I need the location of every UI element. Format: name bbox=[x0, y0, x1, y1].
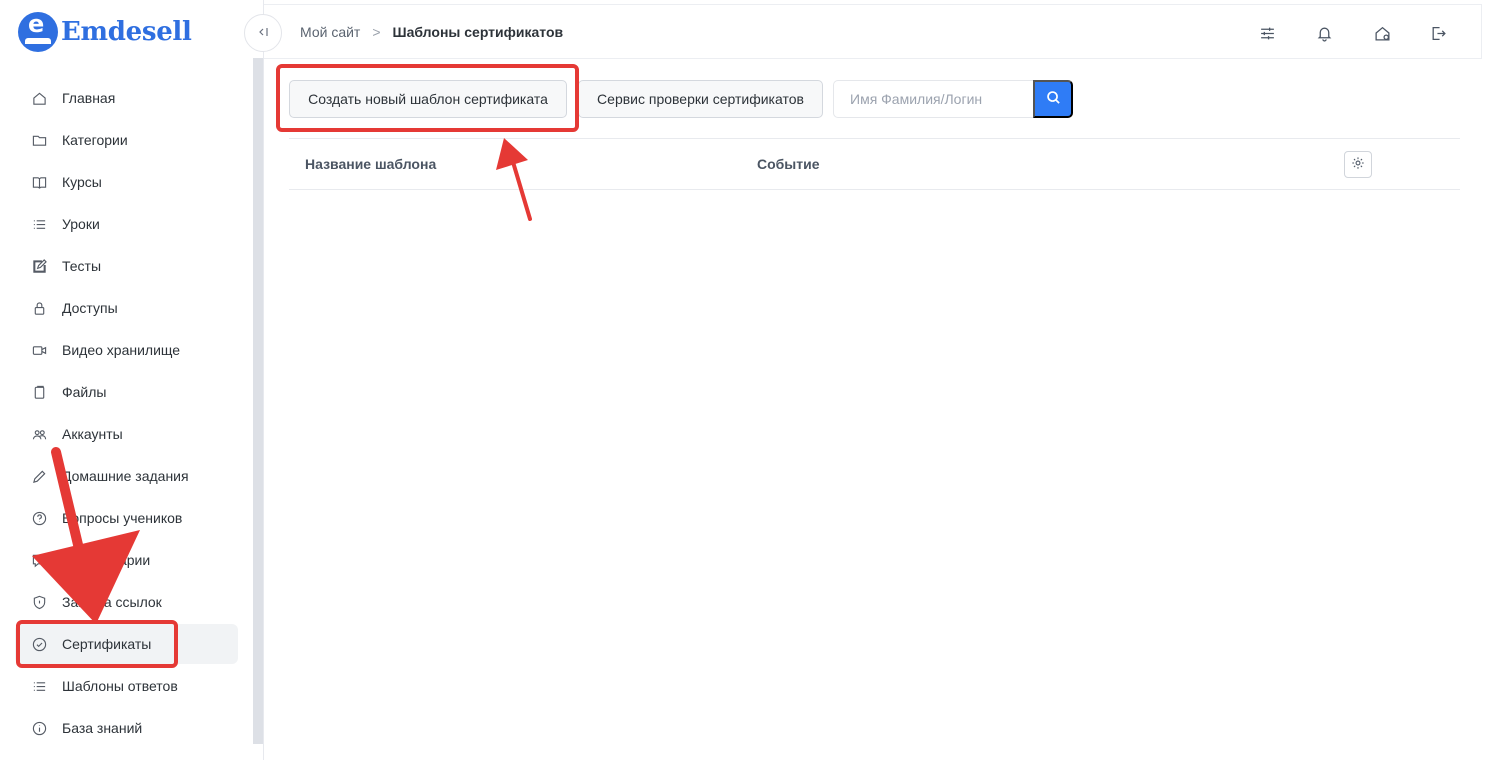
sidebar-scrollbar[interactable] bbox=[253, 58, 263, 744]
search-icon bbox=[1046, 90, 1061, 108]
sidebar-item-certificates[interactable]: Сертификаты bbox=[15, 624, 238, 664]
comment-icon bbox=[31, 552, 47, 568]
sidebar-item-comments[interactable]: Комментарии bbox=[15, 540, 238, 580]
arrow-to-create-button bbox=[496, 138, 532, 221]
home-icon bbox=[31, 90, 47, 106]
question-icon bbox=[31, 510, 47, 526]
search-button[interactable] bbox=[1033, 80, 1073, 118]
sidebar-item-label: Видео хранилище bbox=[62, 342, 181, 358]
sidebar-item-label: Сертификаты bbox=[62, 636, 152, 652]
create-template-button[interactable]: Создать новый шаблон сертификата bbox=[289, 80, 567, 118]
verify-certificates-button[interactable]: Сервис проверки сертификатов bbox=[578, 80, 823, 118]
sidebar-divider bbox=[263, 0, 264, 760]
sidebar-item-label: Шаблоны ответов bbox=[62, 678, 178, 694]
pencil-icon bbox=[31, 468, 47, 484]
users-icon bbox=[31, 426, 47, 442]
sidebar-item-label: Защита ссылок bbox=[62, 594, 162, 610]
lock-icon bbox=[31, 300, 47, 316]
sidebar-item-label: Курсы bbox=[62, 174, 102, 190]
gear-icon bbox=[1351, 156, 1365, 173]
sidebar-item-label: Аккаунты bbox=[62, 426, 123, 442]
column-header-event[interactable]: Событие bbox=[757, 156, 820, 172]
shield-icon bbox=[31, 594, 47, 610]
collapse-sidebar-button[interactable] bbox=[244, 14, 282, 52]
sidebar-item-label: Комментарии bbox=[62, 552, 151, 568]
book-icon bbox=[31, 174, 47, 190]
info-icon bbox=[31, 720, 47, 736]
brand-logo[interactable]: e Emdesell bbox=[18, 12, 192, 52]
app-window: e Emdesell Главная Категории Курсы Уроки bbox=[0, 0, 1486, 760]
sidebar-item-label: Тесты bbox=[62, 258, 102, 274]
sidebar-item-files[interactable]: Файлы bbox=[15, 372, 238, 412]
sidebar-nav: Главная Категории Курсы Уроки Тесты Дост… bbox=[15, 78, 238, 750]
table-settings-button[interactable] bbox=[1344, 151, 1372, 178]
list-icon bbox=[31, 216, 47, 232]
home-settings-icon[interactable] bbox=[1372, 23, 1392, 43]
sidebar-item-label: Домашние задания bbox=[62, 468, 189, 484]
bell-icon[interactable] bbox=[1314, 23, 1334, 43]
sidebar-item-label: Файлы bbox=[62, 384, 107, 400]
check-circle-icon bbox=[31, 636, 47, 652]
sidebar-item-answer-templates[interactable]: Шаблоны ответов bbox=[15, 666, 238, 706]
video-icon bbox=[31, 342, 47, 358]
folder-icon bbox=[31, 132, 47, 148]
sidebar-item-label: Главная bbox=[62, 90, 116, 106]
column-header-template-name[interactable]: Название шаблона bbox=[305, 156, 436, 172]
files-icon bbox=[31, 384, 47, 400]
sidebar-item-label: База знаний bbox=[62, 720, 143, 736]
edit-icon bbox=[31, 258, 47, 274]
sidebar-item-lessons[interactable]: Уроки bbox=[15, 204, 238, 244]
sidebar-item-knowledge-base[interactable]: База знаний bbox=[15, 708, 238, 748]
logo-letter: e bbox=[28, 12, 45, 38]
sidebar: e Emdesell Главная Категории Курсы Уроки bbox=[0, 0, 253, 760]
logo-icon: e bbox=[18, 12, 58, 52]
sidebar-item-link-protection[interactable]: Защита ссылок bbox=[15, 582, 238, 622]
sidebar-item-tests[interactable]: Тесты bbox=[15, 246, 238, 286]
search-input[interactable] bbox=[833, 80, 1033, 118]
sidebar-item-video[interactable]: Видео хранилище bbox=[15, 330, 238, 370]
sidebar-item-label: Доступы bbox=[62, 300, 118, 316]
table-header-top-border bbox=[289, 138, 1460, 139]
list-icon bbox=[31, 678, 47, 694]
sidebar-item-access[interactable]: Доступы bbox=[15, 288, 238, 328]
breadcrumb: Мой сайт > Шаблоны сертификатов bbox=[300, 24, 563, 40]
sliders-icon[interactable] bbox=[1257, 23, 1277, 43]
table-header-bottom-border bbox=[289, 189, 1460, 190]
sidebar-item-label: Уроки bbox=[62, 216, 100, 232]
collapse-icon bbox=[257, 26, 269, 41]
sidebar-item-accounts[interactable]: Аккаунты bbox=[15, 414, 238, 454]
breadcrumb-separator: > bbox=[372, 24, 381, 40]
breadcrumb-current: Шаблоны сертификатов bbox=[392, 24, 564, 40]
sidebar-item-categories[interactable]: Категории bbox=[15, 120, 238, 160]
sidebar-item-homework[interactable]: Домашние задания bbox=[15, 456, 238, 496]
sidebar-item-label: Вопросы учеников bbox=[62, 510, 183, 526]
sidebar-item-courses[interactable]: Курсы bbox=[15, 162, 238, 202]
sidebar-item-label: Категории bbox=[62, 132, 128, 148]
sidebar-item-home[interactable]: Главная bbox=[15, 78, 238, 118]
brand-name: Emdesell bbox=[61, 17, 192, 47]
breadcrumb-root[interactable]: Мой сайт bbox=[300, 24, 360, 40]
logout-icon[interactable] bbox=[1428, 23, 1448, 43]
sidebar-item-questions[interactable]: Вопросы учеников bbox=[15, 498, 238, 538]
